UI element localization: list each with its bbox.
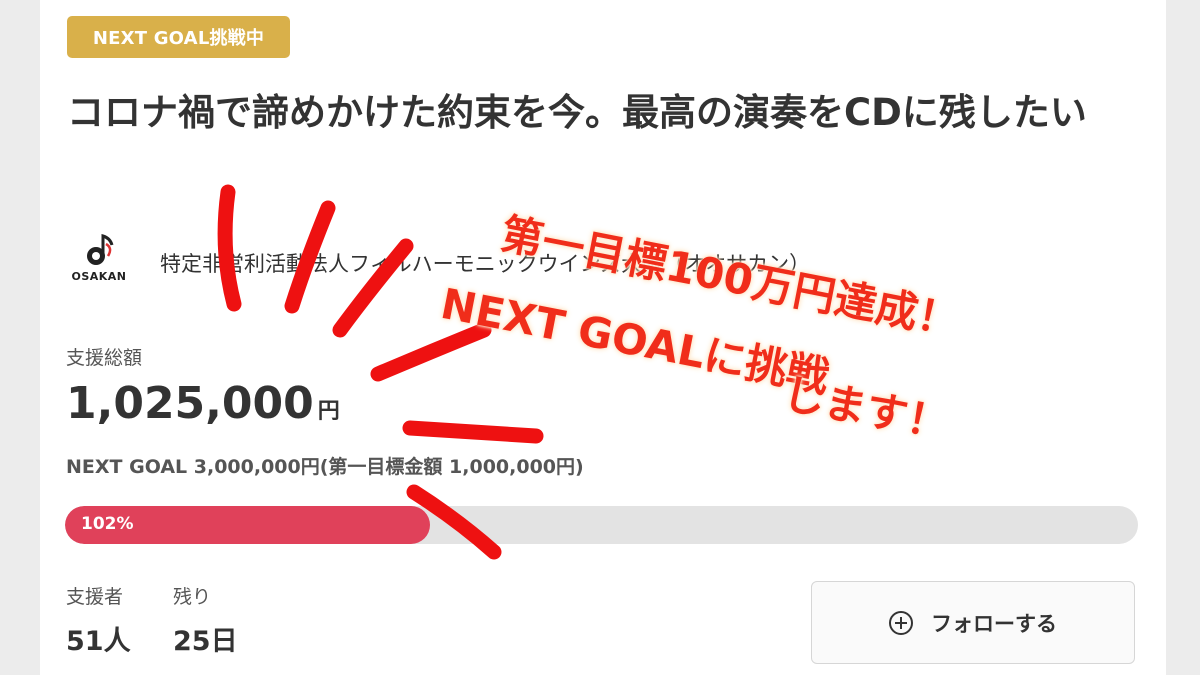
total-label: 支援総額 — [66, 347, 143, 369]
music-note-icon — [87, 234, 114, 265]
organization-logo-text: OSAKAN — [71, 270, 127, 283]
follow-button[interactable]: フォローする — [811, 581, 1135, 664]
goal-text: NEXT GOAL 3,000,000円(第一目標金額 1,000,000円) — [66, 456, 584, 478]
progress-bar: 102% — [65, 506, 1138, 544]
supporters-stat: 支援者 51人 — [66, 582, 131, 658]
project-card: NEXT GOAL挑戦中 コロナ禍で諦めかけた約束を今。最高の演奏をCDに残した… — [40, 0, 1166, 675]
project-title[interactable]: コロナ禍で諦めかけた約束を今。最高の演奏をCDに残したい — [67, 82, 1127, 144]
supporters-value: 51人 — [66, 626, 131, 657]
right-gutter — [1166, 0, 1200, 675]
currency-unit: 円 — [317, 399, 340, 424]
status-badge: NEXT GOAL挑戦中 — [67, 16, 290, 58]
total-amount-value: 1,025,000 — [66, 378, 314, 429]
organization[interactable]: OSAKAN 特定非営利活動法人フィルハーモニックウインズ大阪（オオサカン） — [66, 232, 1066, 292]
follow-button-label: フォローする — [931, 611, 1057, 636]
organization-name[interactable]: 特定非営利活動法人フィルハーモニックウインズ大阪（オオサカン） — [160, 248, 810, 278]
organization-logo: OSAKAN — [66, 232, 132, 288]
remaining-stat: 残り 25日 — [173, 582, 238, 658]
supporters-label: 支援者 — [66, 586, 124, 608]
total-amount: 1,025,000 円 — [66, 378, 340, 429]
left-gutter — [0, 0, 40, 675]
progress-percent: 102% — [81, 514, 134, 534]
remaining-value: 25日 — [173, 626, 238, 657]
plus-circle-icon — [889, 610, 913, 635]
remaining-label: 残り — [173, 586, 212, 608]
